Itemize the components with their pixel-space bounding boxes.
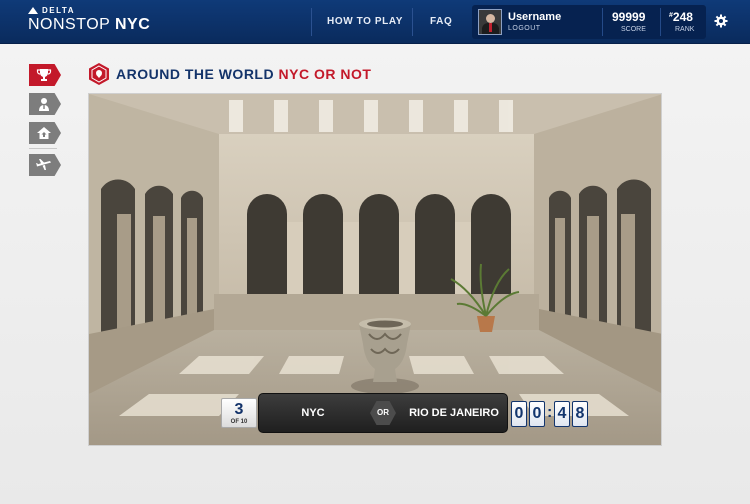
- rank-label: RANK: [675, 26, 695, 33]
- sidebar-item-home[interactable]: [29, 122, 61, 144]
- user-divider: [602, 8, 603, 36]
- choice-nyc-button[interactable]: NYC: [259, 394, 367, 432]
- sidebar-item-travel[interactable]: [29, 154, 61, 176]
- timer-digit: 0: [511, 401, 527, 427]
- sidebar-divider: [29, 148, 57, 149]
- nav-divider: [311, 8, 312, 36]
- score-value: 99999: [612, 10, 646, 24]
- answer-choices: NYC OR RIO DE JANEIRO: [258, 393, 508, 433]
- top-bar: DELTA NONSTOP NYC HOW TO PLAY FAQ Userna…: [0, 0, 750, 44]
- avatar[interactable]: [478, 9, 502, 35]
- nav-divider: [412, 8, 413, 36]
- timer-digit: 8: [572, 401, 588, 427]
- sidebar-item-trophy[interactable]: [29, 64, 61, 86]
- timer-digit: 4: [554, 401, 570, 427]
- username: Username: [508, 11, 562, 23]
- question-counter: 3 OF 10: [221, 398, 257, 428]
- brand-logo[interactable]: DELTA NONSTOP NYC: [28, 6, 150, 34]
- game-badge-icon: [89, 63, 109, 85]
- user-divider: [660, 8, 661, 36]
- logout-link[interactable]: LOGOUT: [508, 25, 541, 32]
- timer-digit: 0: [529, 401, 545, 427]
- score-label: SCORE: [621, 26, 646, 33]
- timer-separator: :: [547, 404, 553, 421]
- countdown-timer: 0 0 : 4 8: [511, 401, 588, 427]
- choice-other-city-button[interactable]: RIO DE JANEIRO: [401, 394, 507, 432]
- airplane-icon: [36, 159, 51, 170]
- nav-faq[interactable]: FAQ: [430, 0, 452, 44]
- brand-main-label: NONSTOP: [28, 16, 111, 33]
- nav-how-to-play[interactable]: HOW TO PLAY: [327, 0, 403, 44]
- trophy-icon: [36, 69, 52, 81]
- gear-icon[interactable]: [714, 14, 728, 28]
- home-up-icon: [37, 127, 51, 139]
- question-number: 3: [234, 401, 244, 418]
- user-panel: Username LOGOUT 99999 SCORE #248 RANK: [472, 5, 706, 39]
- page-title: AROUND THE WORLD NYC OR NOT: [116, 66, 372, 82]
- or-badge: OR: [370, 401, 396, 425]
- delta-triangle-icon: [28, 7, 38, 14]
- question-total: OF 10: [230, 419, 248, 425]
- rank-value: #248: [669, 10, 693, 24]
- person-icon: [39, 98, 49, 111]
- sidebar-item-profile[interactable]: [29, 93, 61, 115]
- brand-top-label: DELTA: [42, 6, 75, 15]
- brand-main-accent: NYC: [115, 16, 151, 33]
